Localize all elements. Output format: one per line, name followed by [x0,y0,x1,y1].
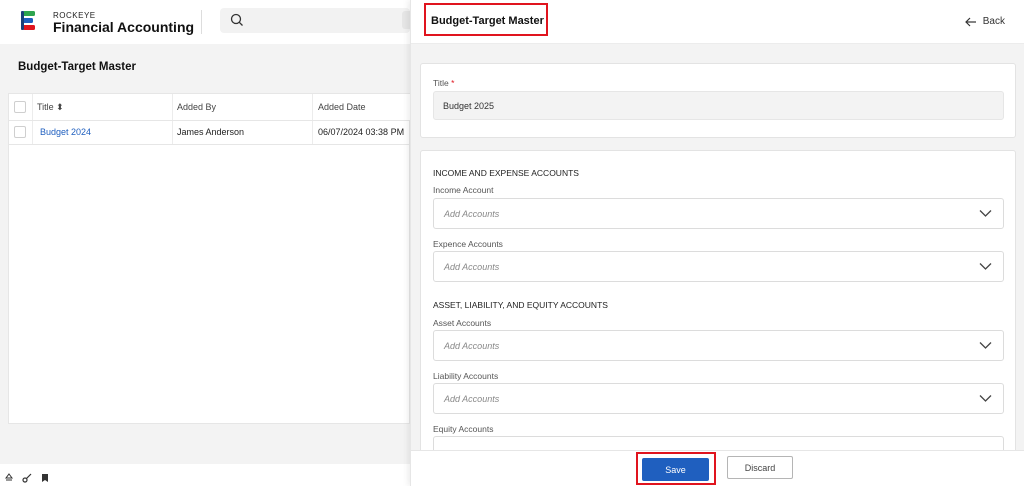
title-input-value[interactable]: Budget 2025 [443,101,494,111]
data-table: Title ⬍ Added By Added Date Budget 2024 … [8,93,411,424]
expense-accounts-select[interactable]: Add Accounts [433,251,1004,282]
column-divider [32,94,33,120]
asset-accounts-placeholder: Add Accounts [444,341,500,351]
section-asset-liability-equity: ASSET, LIABILITY, AND EQUITY ACCOUNTS [433,300,608,310]
search-button[interactable] [402,11,410,29]
income-account-select[interactable]: Add Accounts [433,198,1004,229]
chevron-down-icon[interactable] [979,341,992,350]
brand-title: Financial Accounting [53,19,195,35]
equity-accounts-select[interactable] [433,436,1004,450]
equity-accounts-label: Equity Accounts [433,424,494,434]
drawer-title-highlight: Budget-Target Master [424,3,548,36]
search-input[interactable] [220,8,410,33]
asset-accounts-label: Asset Accounts [433,318,492,328]
back-label[interactable]: Back [983,16,1005,27]
asset-accounts-select[interactable]: Add Accounts [433,330,1004,361]
column-divider [32,121,33,144]
table-footer [8,424,410,464]
table-header: Title ⬍ Added By Added Date [9,94,411,121]
required-mark: * [451,78,455,88]
logo-icon [21,11,35,30]
drawer-footer: Save Discard [411,450,1024,486]
table-row[interactable]: Budget 2024 James Anderson 06/07/2024 03… [9,121,411,145]
title-field-label: Title * [433,78,454,88]
section-income-expense: INCOME AND EXPENSE ACCOUNTS [433,168,579,178]
chevron-down-icon[interactable] [979,394,992,403]
discard-button[interactable]: Discard [727,456,793,479]
row-added-date: 06/07/2024 03:38 PM [318,127,405,137]
key-icon[interactable] [22,473,32,483]
chevron-down-icon[interactable] [979,209,992,218]
chevron-down-icon[interactable] [979,262,992,271]
drawer-title: Budget-Target Master [431,15,544,27]
back-button[interactable]: Back [964,16,1005,27]
row-checkbox[interactable] [14,126,26,138]
topbar-divider [201,10,202,34]
income-account-placeholder: Add Accounts [444,209,500,219]
column-divider [312,94,313,120]
column-divider [312,121,313,144]
column-header-added-by[interactable]: Added By [177,102,216,112]
back-arrow-icon[interactable] [964,17,977,27]
accounts-card: INCOME AND EXPENSE ACCOUNTS Income Accou… [420,150,1016,450]
title-label-text: Title [433,78,449,88]
drawer-body: Title * Budget 2025 INCOME AND EXPENSE A… [411,44,1024,450]
liability-accounts-label: Liability Accounts [433,371,499,381]
recycle-icon[interactable] [4,473,14,483]
bookmark-icon[interactable] [40,473,50,483]
title-input[interactable]: Budget 2025 [433,91,1004,120]
column-header-title[interactable]: Title ⬍ [37,102,64,113]
expense-accounts-placeholder: Add Accounts [444,262,500,272]
column-header-added-date[interactable]: Added Date [318,102,366,112]
income-account-label: Income Account [433,185,494,195]
row-added-by: James Anderson [177,127,245,137]
column-divider [172,121,173,144]
save-button[interactable]: Save [642,458,709,481]
budget-target-drawer: Budget-Target Master Back Title * Budget… [410,0,1024,486]
expense-accounts-label: Expence Accounts [433,239,503,249]
search-icon[interactable] [230,13,244,27]
select-all-checkbox[interactable] [14,101,26,113]
column-divider [172,94,173,120]
title-card: Title * Budget 2025 [420,63,1016,138]
footer-toolbar [4,473,50,483]
save-button-highlight: Save [636,452,716,485]
drawer-header: Budget-Target Master Back [411,0,1024,44]
row-title-link[interactable]: Budget 2024 [40,127,91,137]
liability-accounts-select[interactable]: Add Accounts [433,383,1004,414]
liability-accounts-placeholder: Add Accounts [444,394,500,404]
page-title: Budget-Target Master [18,61,136,73]
